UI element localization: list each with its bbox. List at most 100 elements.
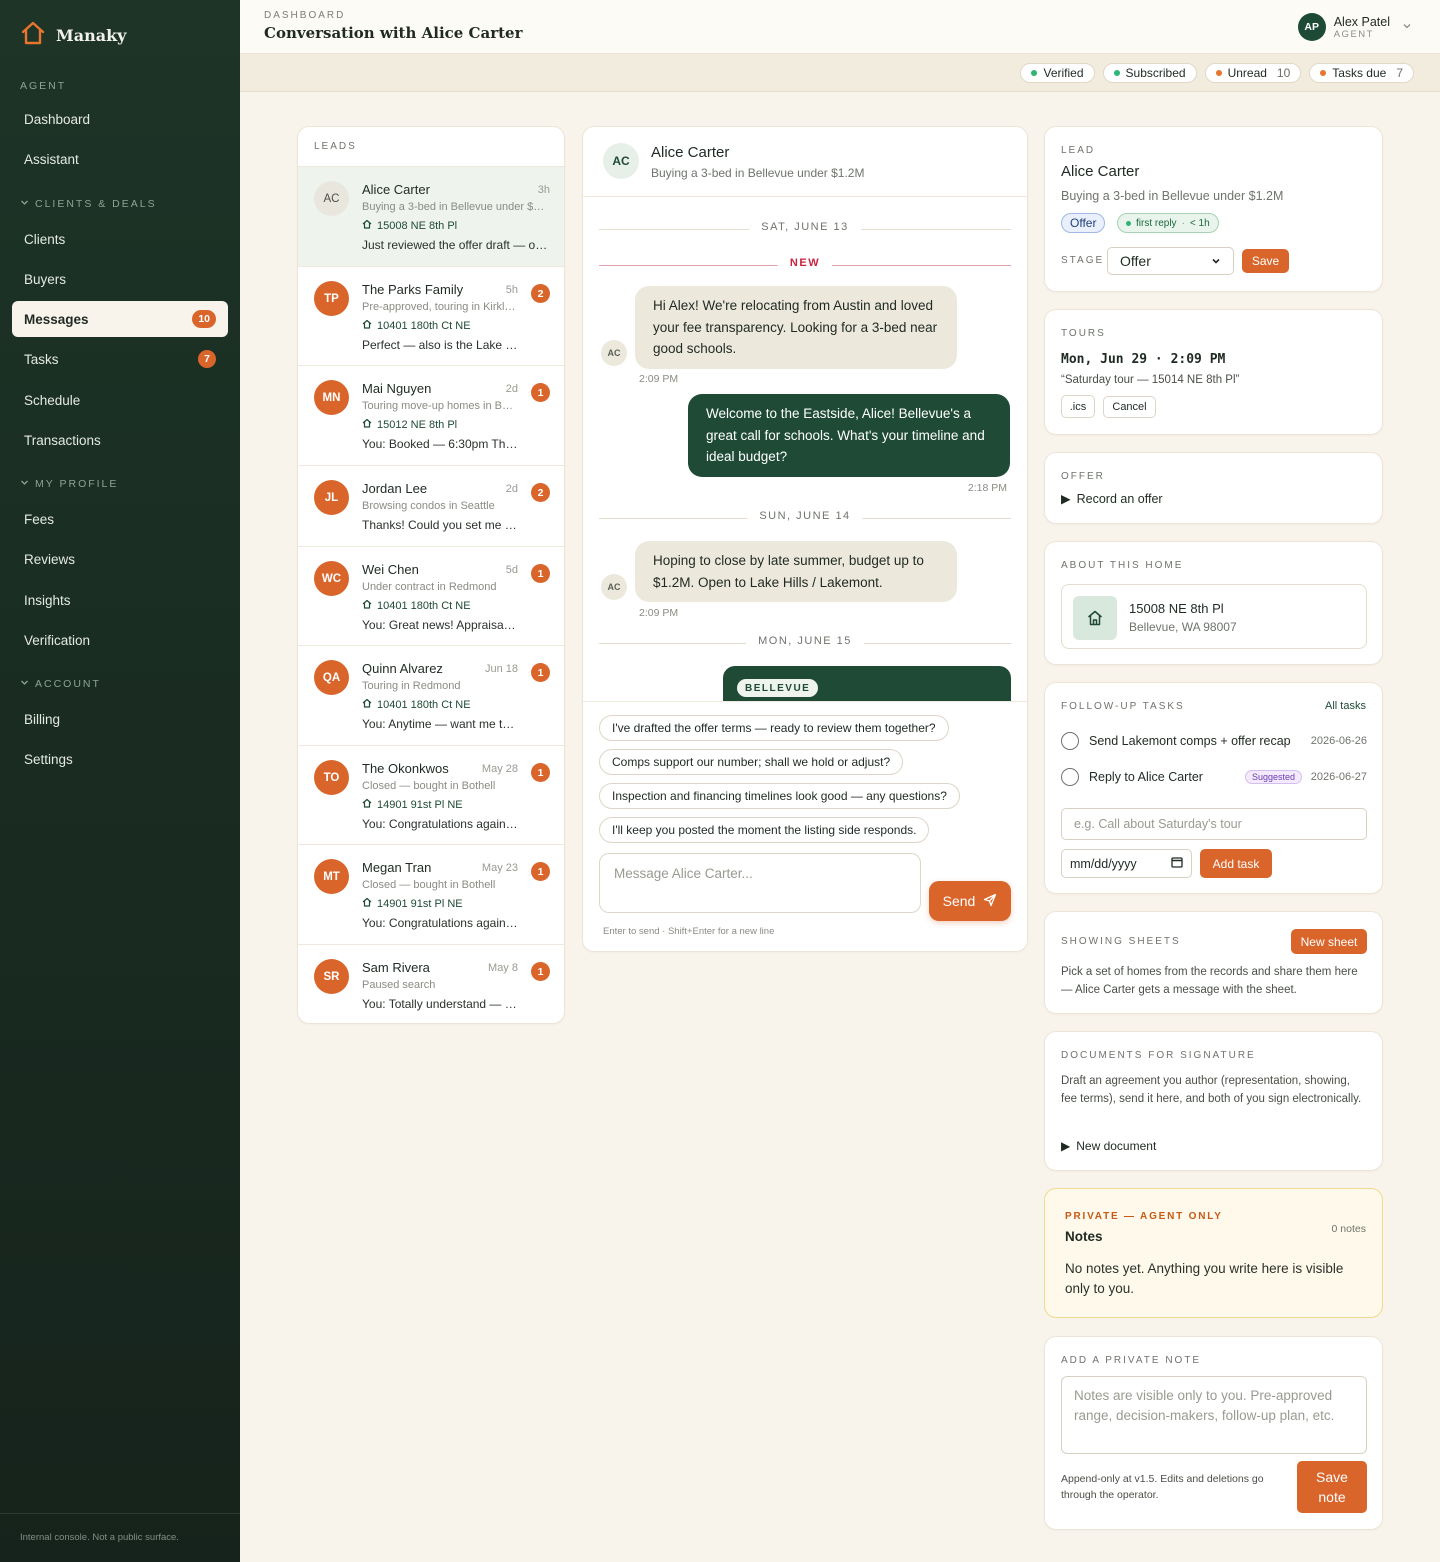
date-divider: SUN, JUNE 14 xyxy=(599,510,1011,522)
status-pill-subscribed: Subscribed xyxy=(1102,63,1197,83)
lead-name: Quinn Alvarez xyxy=(362,661,443,676)
sidebar-item-dashboard[interactable]: Dashboard xyxy=(12,101,228,137)
section-my-profile[interactable]: MY PROFILE xyxy=(20,478,118,490)
tours-card: TOURS Mon, Jun 29 · 2:09 PM “Saturday to… xyxy=(1044,309,1383,435)
address-text: 10401 180th Ct NE xyxy=(377,319,471,332)
unread-badge: 2 xyxy=(531,483,550,502)
address-text: 15012 NE 8th Pl xyxy=(377,418,458,431)
sidebar-item-fees[interactable]: Fees xyxy=(12,501,228,537)
avatar: AC xyxy=(314,181,349,216)
lead-row[interactable]: MN Mai Nguyen 2d 1 Touring move-up homes in … xyxy=(298,365,564,465)
add-task-button[interactable]: Add task xyxy=(1200,849,1272,878)
sidebar-item-tasks[interactable]: Tasks 7 xyxy=(12,341,228,377)
lead-name: Alice Carter xyxy=(1061,163,1140,180)
address-text: 10401 180th Ct NE xyxy=(377,599,471,612)
sidebar-item-schedule[interactable]: Schedule xyxy=(12,382,228,418)
task-item: Send Lakemont comps + offer recap 2026-0… xyxy=(1061,729,1367,753)
avatar: AC xyxy=(601,340,627,366)
user-menu[interactable]: AP Alex Patel AGENT xyxy=(1297,13,1412,41)
section-clients-deals[interactable]: CLIENTS & DEALS xyxy=(20,198,157,210)
task-date-input[interactable]: mm/dd/yyyy xyxy=(1061,849,1192,878)
green-dot-icon xyxy=(1126,220,1131,226)
sidebar-item-transactions[interactable]: Transactions xyxy=(12,422,228,458)
stage-select[interactable]: Offer xyxy=(1107,247,1234,275)
lead-row[interactable]: TP The Parks Family 5h 2 Pre-approved, touri… xyxy=(298,266,564,365)
sidebar-item-verification[interactable]: Verification xyxy=(12,622,228,658)
brand[interactable]: Manaky xyxy=(20,20,126,51)
all-tasks-link[interactable]: All tasks xyxy=(1325,700,1366,712)
status-pill-tasks-due[interactable]: Tasks due 7 xyxy=(1309,63,1414,83)
lead-name: Jordan Lee xyxy=(362,481,428,496)
save-note-button[interactable]: Save note xyxy=(1297,1461,1367,1513)
section-label: ADD A PRIVATE NOTE xyxy=(1061,1355,1202,1366)
documents-description: Draft an agreement you author (represent… xyxy=(1061,1075,1362,1105)
lead-preview: Thanks! Could you set me up with alerts? xyxy=(362,518,518,532)
toggle-label: Record an offer xyxy=(1076,491,1163,506)
task-checkbox[interactable] xyxy=(1061,732,1079,750)
leads-panel: LEADS AC Alice Carter 3h Buying a 3-bed in … xyxy=(297,126,565,1024)
chip-label: first reply xyxy=(1136,217,1177,229)
ics-download-button[interactable]: .ics xyxy=(1061,395,1095,418)
user-role: AGENT xyxy=(1333,28,1374,40)
orange-dot-icon xyxy=(1215,70,1222,76)
save-stage-button[interactable]: Save xyxy=(1242,249,1289,273)
date-divider: MON, JUNE 15 xyxy=(599,635,1011,647)
suggested-reply[interactable]: I'll keep you posted the moment the list… xyxy=(599,817,930,843)
avatar: MT xyxy=(314,859,349,894)
task-checkbox[interactable] xyxy=(1061,768,1079,786)
new-task-input[interactable]: e.g. Call about Saturday's tour xyxy=(1061,808,1367,840)
lead-preview: Just reviewed the offer draft — overall … xyxy=(362,238,550,252)
stage-chip: Offer xyxy=(1061,213,1106,233)
message-input[interactable] xyxy=(599,853,921,913)
first-reply-chip: first reply · < 1h xyxy=(1117,213,1219,233)
lead-time: 2d xyxy=(505,483,518,495)
unread-badge: 1 xyxy=(531,383,550,402)
send-button[interactable]: Send xyxy=(929,881,1011,921)
lead-row[interactable]: SR Sam Rivera May 8 1 Paused search You: Tota… xyxy=(298,944,564,1023)
suggested-reply[interactable]: I've drafted the offer terms — ready to … xyxy=(599,715,949,741)
green-dot-icon xyxy=(1113,70,1120,76)
note-footer: Append-only at v1.5. Edits and deletions… xyxy=(1061,1473,1264,1501)
lead-row[interactable]: WC Wei Chen 5d 1 Under contract in Redmond 10… xyxy=(298,546,564,645)
address-text: 10401 180th Ct NE xyxy=(377,698,471,711)
sidebar-item-settings[interactable]: Settings xyxy=(12,741,228,777)
lead-time: May 8 xyxy=(488,962,518,974)
lead-summary: Closed — bought in Bothell xyxy=(362,879,496,891)
pill-count: 10 xyxy=(1276,66,1291,80)
lead-row[interactable]: TO The Okonkwos May 28 1 Closed — bought in … xyxy=(298,745,564,844)
suggested-reply[interactable]: Comps support our number; shall we hold … xyxy=(599,749,904,775)
sidebar-item-assistant[interactable]: Assistant xyxy=(12,141,228,177)
compose-hint: Enter to send · Shift+Enter for a new li… xyxy=(603,926,775,937)
home-summary[interactable]: 15008 NE 8th Pl Bellevue, WA 98007 xyxy=(1061,584,1367,649)
sidebar-item-messages[interactable]: Messages 10 xyxy=(12,301,228,337)
listing-card[interactable]: BELLEVUE xyxy=(723,666,1011,706)
lead-row[interactable]: JL Jordan Lee 2d 2 Browsing condos in Seattl… xyxy=(298,465,564,546)
section-label: DOCUMENTS FOR SIGNATURE xyxy=(1061,1050,1256,1061)
unread-badge: 2 xyxy=(531,284,550,303)
new-document-toggle[interactable]: ▶ New document xyxy=(1061,1139,1156,1153)
sidebar-item-billing[interactable]: Billing xyxy=(12,701,228,737)
sidebar-item-buyers[interactable]: Buyers xyxy=(12,261,228,297)
sidebar-item-insights[interactable]: Insights xyxy=(12,582,228,618)
lead-preview: You: Totally understand — I'll be here xyxy=(362,997,518,1011)
breadcrumb[interactable]: DASHBOARD xyxy=(264,10,345,21)
leads-title: LEADS xyxy=(314,141,357,152)
lead-address: 14901 91st Pl NE xyxy=(362,798,463,811)
cancel-tour-button[interactable]: Cancel xyxy=(1103,396,1156,418)
lead-row[interactable]: MT Megan Tran May 23 1 Closed — bought in Bo… xyxy=(298,844,564,944)
section-account[interactable]: ACCOUNT xyxy=(20,678,101,690)
lead-row[interactable]: AC Alice Carter 3h Buying a 3-bed in Bellev… xyxy=(298,166,564,266)
lead-row[interactable]: QA Quinn Alvarez Jun 18 1 Touring in Redmond… xyxy=(298,645,564,745)
chevron-down-icon xyxy=(20,678,29,690)
status-pill-unread[interactable]: Unread 10 xyxy=(1204,63,1302,83)
note-textarea[interactable]: Notes are visible only to you. Pre-appro… xyxy=(1061,1376,1367,1454)
listing-city-tag: BELLEVUE xyxy=(737,679,819,697)
new-sheet-button[interactable]: New sheet xyxy=(1291,929,1367,954)
sidebar-item-clients[interactable]: Clients xyxy=(12,221,228,257)
record-offer-toggle[interactable]: ▶ Record an offer xyxy=(1061,491,1163,507)
avatar: SR xyxy=(314,959,349,994)
suggested-reply[interactable]: Inspection and financing timelines look … xyxy=(599,783,960,809)
sidebar-item-reviews[interactable]: Reviews xyxy=(12,541,228,577)
task-item: Reply to Alice Carter Suggested 2026-06-… xyxy=(1061,765,1367,789)
lead-address: 14901 91st Pl NE xyxy=(362,897,463,910)
